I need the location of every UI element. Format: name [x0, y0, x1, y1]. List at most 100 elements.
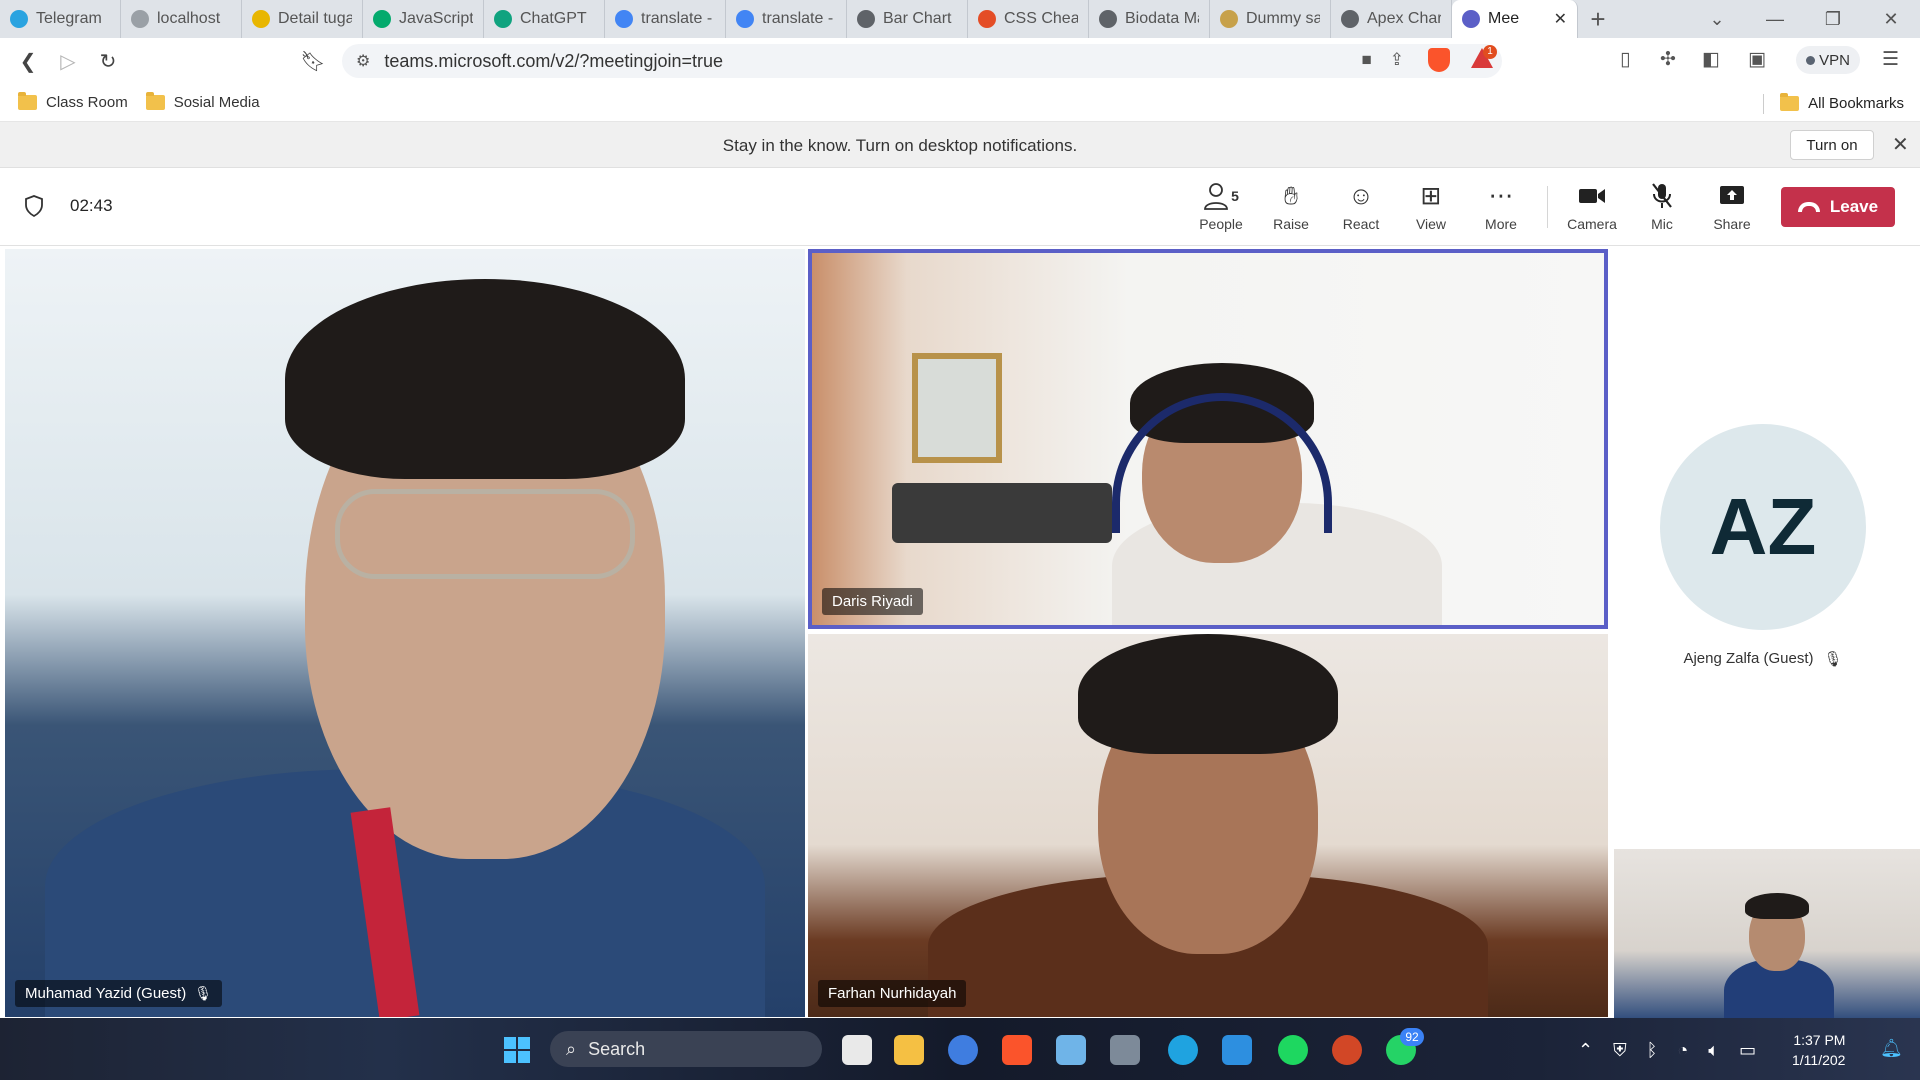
folder-icon: [18, 92, 37, 110]
minimize-button[interactable]: —: [1746, 9, 1804, 30]
camera-in-use-icon[interactable]: ■: [1361, 50, 1371, 70]
react-label: React: [1342, 216, 1380, 232]
camera-button[interactable]: Camera: [1562, 180, 1622, 232]
more-label: More: [1485, 216, 1517, 232]
browser-tab[interactable]: translate -: [605, 0, 726, 38]
browser-tab[interactable]: localhost: [121, 0, 242, 38]
participant-name-label: Muhamad Yazid (Guest) 🎙︎: [15, 980, 222, 1007]
participant-avatar-tile[interactable]: AZ Ajeng Zalfa (Guest) 🎙︎: [1658, 424, 1868, 668]
notification-bell-icon[interactable]: 🔔︎: [1880, 1038, 1903, 1059]
raise-hand-button[interactable]: ✋︎ Raise: [1261, 180, 1321, 233]
chevron-up-icon[interactable]: ⌃: [1578, 1040, 1593, 1061]
taskbar-search[interactable]: ⌕ Search: [550, 1031, 822, 1067]
reading-mode-icon[interactable]: ▯: [1620, 48, 1630, 71]
participant-name-label: Daris Riyadi: [822, 588, 923, 615]
spotify-icon[interactable]: [1278, 1035, 1308, 1065]
volume-icon[interactable]: 🔈︎: [1708, 1040, 1719, 1061]
browser-tab[interactable]: Apex Chart: [1331, 0, 1452, 38]
bookmark-label: Sosial Media: [173, 94, 260, 111]
site-info-icon[interactable]: ⚙︎: [356, 51, 370, 71]
browser-tab[interactable]: CSS Cheat: [968, 0, 1089, 38]
tab-search-icon[interactable]: ⌄: [1688, 9, 1746, 30]
file-explorer-icon[interactable]: [894, 1035, 924, 1065]
leave-button[interactable]: Leave: [1781, 187, 1895, 227]
close-window-button[interactable]: ✕: [1862, 9, 1920, 30]
shield-icon[interactable]: [24, 195, 44, 217]
wifi-icon[interactable]: ◔: [1677, 1040, 1688, 1061]
windows-start-icon[interactable]: [504, 1037, 530, 1063]
browser-tab[interactable]: JavaScript: [363, 0, 484, 38]
turn-on-notifications-button[interactable]: Turn on: [1790, 130, 1874, 160]
all-bookmarks-button[interactable]: All Bookmarks: [1780, 93, 1904, 112]
browser-tab[interactable]: Dummy sa: [1210, 0, 1331, 38]
browser-tab[interactable]: ChatGPT: [484, 0, 605, 38]
browser-tab[interactable]: Biodata Ma: [1089, 0, 1210, 38]
date: 1/11/202: [1792, 1052, 1846, 1068]
telegram-icon: [10, 10, 28, 28]
taskbar-clock[interactable]: 1:37 PM 1/11/202: [1792, 1030, 1845, 1070]
powerpoint-icon[interactable]: [1332, 1035, 1362, 1065]
browser-tab[interactable]: Bar Chart E: [847, 0, 968, 38]
vpn-button[interactable]: VPN: [1796, 46, 1860, 74]
task-view-icon[interactable]: [842, 1035, 872, 1065]
browser-tab[interactable]: translate -: [726, 0, 847, 38]
people-count: 5: [1231, 188, 1239, 204]
raise-label: Raise: [1273, 216, 1309, 232]
browser-tab[interactable]: Telegram: [0, 0, 121, 38]
menu-icon[interactable]: ☰: [1882, 48, 1899, 71]
reload-button[interactable]: ↻: [88, 49, 128, 74]
browser-tab[interactable]: Detail tuga: [242, 0, 363, 38]
mic-off-icon: [1632, 180, 1692, 212]
globe-icon: [857, 10, 875, 28]
react-button[interactable]: ☺ React: [1331, 180, 1391, 233]
battery-icon[interactable]: ▭: [1739, 1040, 1756, 1061]
mic-label: Mic: [1651, 216, 1673, 232]
snipping-tool-icon[interactable]: [1110, 1035, 1140, 1065]
share-button[interactable]: Share: [1702, 180, 1762, 232]
participant-hair: [1078, 634, 1338, 754]
maximize-button[interactable]: ❐: [1804, 9, 1862, 30]
browser-tab-strip: Telegram localhost Detail tuga JavaScript Ch…: [0, 0, 1920, 38]
view-button[interactable]: ⊞ View: [1401, 180, 1461, 232]
notification-banner: Stay in the know. Turn on desktop notifi…: [0, 122, 1920, 168]
participant-video-tile[interactable]: Muhamad Yazid (Guest) 🎙︎: [5, 249, 805, 1017]
control-panel-icon[interactable]: [1056, 1035, 1086, 1065]
participant-video-tile[interactable]: Farhan Nurhidayah: [808, 634, 1608, 1017]
sidebar-icon[interactable]: ◧: [1702, 48, 1720, 71]
chrome-icon[interactable]: [948, 1035, 978, 1065]
brave-rewards-icon[interactable]: 1: [1471, 45, 1497, 70]
participant-name: Muhamad Yazid (Guest): [25, 985, 187, 1002]
close-icon[interactable]: ✕: [1892, 132, 1909, 157]
forward-button[interactable]: ▷: [48, 49, 88, 74]
participant-name-label: Farhan Nurhidayah: [818, 980, 967, 1007]
hand-icon: ✋︎: [1283, 181, 1299, 210]
edge-icon[interactable]: [1168, 1035, 1198, 1065]
bookmark-icon[interactable]: 🔖︎: [293, 49, 333, 74]
tab-label: Dummy sa: [1246, 10, 1320, 27]
bookmark-folder-class-room[interactable]: Class Room: [18, 92, 128, 111]
bluetooth-icon[interactable]: ᛒ: [1647, 1040, 1658, 1061]
back-button[interactable]: ❮: [8, 49, 48, 74]
more-button[interactable]: ⋯ More: [1471, 180, 1531, 232]
browser-tab[interactable]: Mee ✕: [1452, 0, 1578, 38]
wallet-icon[interactable]: ▣: [1748, 48, 1766, 71]
extensions-icon[interactable]: ✣: [1660, 48, 1676, 71]
people-button[interactable]: 5 People: [1191, 180, 1251, 232]
mic-button[interactable]: Mic: [1632, 180, 1692, 232]
folder-icon: [1780, 93, 1800, 111]
new-tab-button[interactable]: +: [1578, 4, 1618, 35]
meeting-timer: 02:43: [70, 196, 113, 215]
security-icon[interactable]: ⛨: [1613, 1040, 1627, 1061]
share-page-icon[interactable]: ⇪: [1390, 50, 1404, 70]
address-bar[interactable]: ⚙︎ teams.microsoft.com/v2/?meetingjoin=t…: [342, 44, 1502, 78]
brave-icon[interactable]: [1002, 1035, 1032, 1065]
vscode-icon[interactable]: [1222, 1035, 1252, 1065]
close-tab-icon[interactable]: ✕: [1554, 9, 1567, 29]
brave-shields-icon[interactable]: [1428, 48, 1450, 72]
tab-label: Apex Chart: [1367, 10, 1441, 27]
self-view-tile[interactable]: [1614, 849, 1920, 1018]
participant-video-tile-speaking[interactable]: Daris Riyadi: [808, 249, 1608, 629]
leave-label: Leave: [1829, 197, 1879, 216]
time: 1:37 PM: [1793, 1032, 1846, 1048]
bookmark-folder-sosial-media[interactable]: Sosial Media: [145, 92, 260, 111]
